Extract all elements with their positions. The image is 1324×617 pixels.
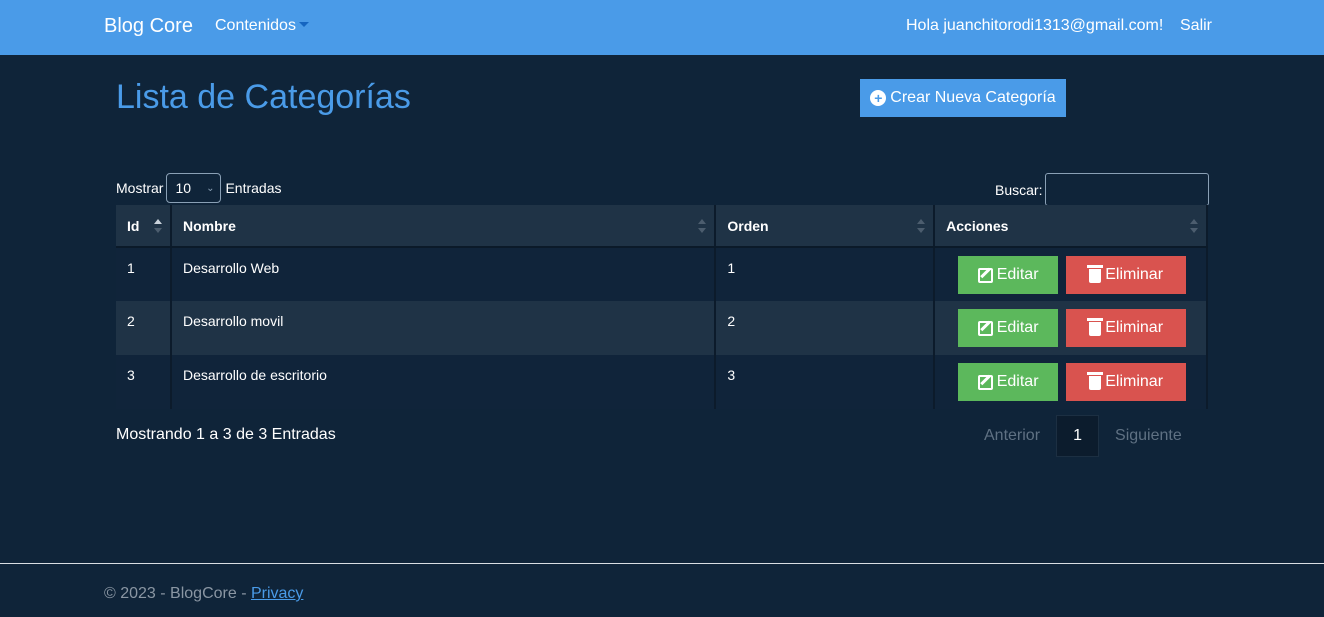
cell-id: 1 bbox=[116, 247, 172, 301]
chevron-down-icon: ⌄ bbox=[206, 182, 215, 194]
page-length-value: 10 bbox=[175, 180, 192, 196]
cell-nombre: Desarrollo de escritorio bbox=[170, 355, 717, 409]
entries-label: Entradas bbox=[225, 180, 282, 196]
cell-orden: 1 bbox=[715, 247, 936, 301]
table-row: 1 Desarrollo Web 1 Editar Eliminar bbox=[116, 247, 1208, 301]
sort-icon bbox=[917, 219, 926, 233]
page-length-select[interactable]: 10 ⌄ bbox=[166, 173, 222, 203]
column-header-orden[interactable]: Orden bbox=[715, 205, 936, 248]
navbar: Blog Core Contenidos Hola juanchitorodi1… bbox=[0, 0, 1324, 55]
pagination: Anterior 1 Siguiente bbox=[968, 415, 1198, 457]
trash-icon bbox=[1087, 318, 1104, 336]
user-greeting[interactable]: Hola juanchitorodi1313@gmail.com! bbox=[906, 17, 1163, 35]
column-header-nombre[interactable]: Nombre bbox=[170, 205, 717, 248]
sort-icon bbox=[698, 219, 707, 233]
footer-copyright: © 2023 - BlogCore - bbox=[104, 585, 251, 602]
table-row: 3 Desarrollo de escritorio 3 Editar Elimi… bbox=[116, 355, 1208, 409]
cell-id: 2 bbox=[116, 301, 172, 355]
edit-icon bbox=[977, 320, 993, 336]
trash-icon bbox=[1087, 265, 1104, 283]
privacy-link[interactable]: Privacy bbox=[251, 585, 303, 602]
search-control: Buscar: bbox=[995, 173, 1210, 206]
brand-link[interactable]: Blog Core bbox=[104, 15, 193, 38]
pagination-page-1[interactable]: 1 bbox=[1056, 415, 1100, 457]
show-label: Mostrar bbox=[116, 180, 164, 196]
contenidos-dropdown[interactable]: Contenidos bbox=[215, 17, 309, 35]
create-category-button[interactable]: + Crear Nueva Categoría bbox=[860, 79, 1066, 117]
search-input[interactable] bbox=[1045, 173, 1210, 206]
delete-button[interactable]: Eliminar bbox=[1066, 309, 1187, 347]
sort-ascending-icon bbox=[153, 219, 162, 233]
edit-button[interactable]: Editar bbox=[958, 363, 1059, 401]
cell-acciones: Editar Eliminar bbox=[934, 247, 1208, 301]
delete-button[interactable]: Eliminar bbox=[1066, 256, 1187, 294]
trash-icon bbox=[1087, 372, 1104, 390]
edit-button[interactable]: Editar bbox=[958, 256, 1059, 294]
logout-link[interactable]: Salir bbox=[1180, 17, 1212, 35]
table-info: Mostrando 1 a 3 de 3 Entradas bbox=[116, 426, 336, 443]
table-row: 2 Desarrollo movil 2 Editar Eliminar bbox=[116, 301, 1208, 355]
footer: © 2023 - BlogCore - Privacy bbox=[104, 585, 303, 603]
delete-button[interactable]: Eliminar bbox=[1066, 363, 1187, 401]
contenidos-label: Contenidos bbox=[215, 17, 296, 34]
column-header-id[interactable]: Id bbox=[116, 205, 172, 248]
page-length-control: Mostrar 10 ⌄ Entradas bbox=[116, 173, 282, 203]
pagination-next[interactable]: Siguiente bbox=[1099, 427, 1198, 445]
cell-orden: 3 bbox=[715, 355, 936, 409]
plus-circle-icon: + bbox=[870, 90, 887, 106]
sort-icon bbox=[1190, 219, 1198, 233]
edit-icon bbox=[977, 374, 993, 390]
footer-divider bbox=[0, 563, 1324, 564]
column-header-acciones[interactable]: Acciones bbox=[934, 205, 1208, 248]
cell-acciones: Editar Eliminar bbox=[934, 301, 1208, 355]
cell-acciones: Editar Eliminar bbox=[934, 355, 1208, 409]
caret-down-icon bbox=[298, 22, 309, 27]
edit-icon bbox=[977, 267, 993, 283]
cell-nombre: Desarrollo movil bbox=[170, 301, 717, 355]
categories-table: Id Nombre Orden Acciones 1 Desarrollo We… bbox=[116, 205, 1208, 409]
cell-orden: 2 bbox=[715, 301, 936, 355]
search-label: Buscar: bbox=[995, 181, 1043, 198]
create-category-label: Crear Nueva Categoría bbox=[890, 89, 1056, 106]
edit-button[interactable]: Editar bbox=[958, 309, 1059, 347]
pagination-previous[interactable]: Anterior bbox=[968, 427, 1056, 445]
cell-nombre: Desarrollo Web bbox=[170, 247, 717, 301]
page-title: Lista de Categorías bbox=[116, 78, 411, 116]
cell-id: 3 bbox=[116, 355, 172, 409]
